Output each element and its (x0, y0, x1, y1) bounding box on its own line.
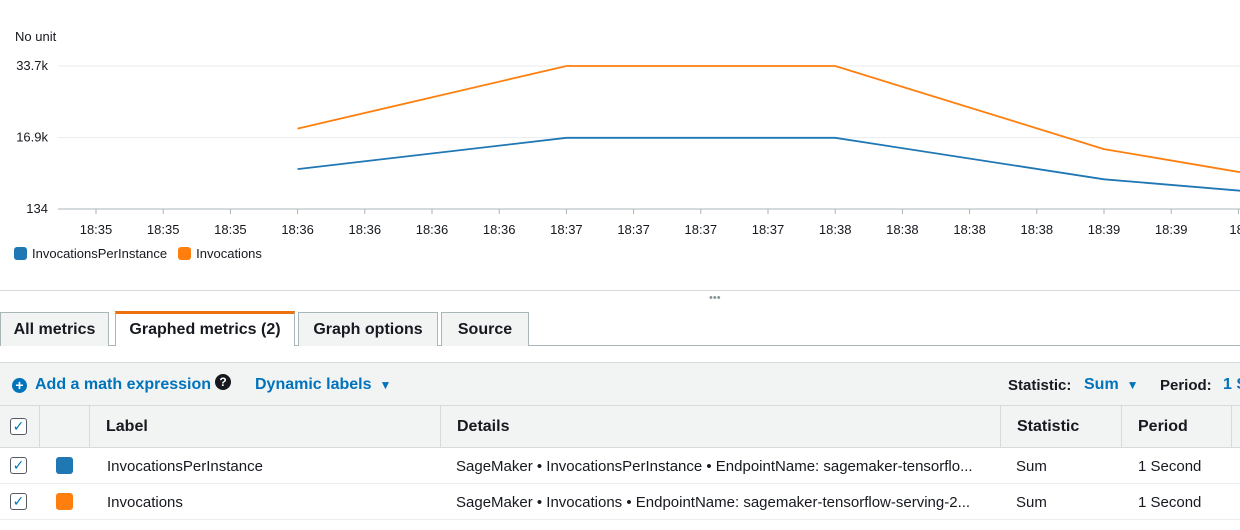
chart-legend: InvocationsPerInstance Invocations (14, 246, 273, 261)
x-tick-label: 18: (1229, 222, 1240, 237)
y-tick-label: 134 (26, 201, 48, 216)
details-column-header[interactable]: Details (441, 406, 1001, 448)
add-math-label: Add a math expression (35, 376, 212, 393)
metric-statistic[interactable]: Sum (1016, 484, 1116, 520)
statistic-label: Statistic: (1008, 377, 1072, 394)
legend-swatch-blue (14, 247, 27, 260)
chevron-down-icon: ▼ (1126, 378, 1139, 392)
tab-label: Source (457, 320, 513, 338)
metric-details: SageMaker • InvocationsPerInstance • End… (456, 457, 973, 475)
legend-swatch-orange (178, 247, 192, 260)
tab-all-metrics[interactable]: All metrics (0, 312, 109, 346)
metric-statistic[interactable]: Sum (1016, 448, 1116, 484)
legend-item-invocations[interactable]: Invocations (178, 246, 262, 261)
x-tick-label: 18:38 (1021, 222, 1054, 237)
tab-label: Graph options (313, 320, 423, 338)
help-icon[interactable]: ? (215, 374, 231, 390)
metrics-tabs: All metrics Graphed metrics (2) Graph op… (0, 306, 1240, 346)
period-value: 1 S (1223, 376, 1240, 393)
legend-item-invocationsperinstance[interactable]: InvocationsPerInstance (14, 246, 167, 261)
resize-handle-icon[interactable]: ••• (709, 293, 721, 304)
dynamic-labels-dropdown[interactable]: Dynamic labels ▼ (255, 376, 391, 394)
tab-graph-options[interactable]: Graph options (298, 312, 438, 346)
legend-label: Invocations (196, 246, 262, 261)
tab-graphed-metrics[interactable]: Graphed metrics (2) (115, 311, 295, 346)
x-tick-label: 18:39 (1155, 222, 1188, 237)
table-header: ✓ Label Details Statistic Period (0, 406, 1240, 448)
metric-label[interactable]: InvocationsPerInstance (107, 448, 437, 484)
tab-label: Graphed metrics (2) (129, 321, 281, 338)
x-tick-label: 18:38 (819, 222, 852, 237)
x-tick-label: 18:35 (214, 222, 247, 237)
x-tick-label: 18:36 (483, 222, 516, 237)
x-tick-label: 18:37 (752, 222, 785, 237)
x-tick-label: 18:37 (550, 222, 583, 237)
metric-details: SageMaker • Invocations • EndpointName: … (456, 493, 971, 511)
series-color-swatch[interactable] (56, 457, 73, 474)
select-all-header: ✓ (0, 406, 40, 448)
x-tick-label: 18:38 (886, 222, 919, 237)
x-tick-label: 18:35 (147, 222, 180, 237)
table-row[interactable]: ✓ Invocations SageMaker • Invocations • … (0, 484, 1240, 520)
legend-label: InvocationsPerInstance (32, 246, 168, 261)
panel-divider (0, 290, 1240, 291)
series-line-invocationsperinstance (297, 136, 1240, 192)
row-checkbox[interactable]: ✓ (10, 493, 27, 510)
x-tick-label: 18:39 (1088, 222, 1121, 237)
row-checkbox[interactable]: ✓ (10, 457, 27, 474)
x-tick-label: 18:38 (953, 222, 986, 237)
x-tick-label: 18:37 (617, 222, 650, 237)
y-tick-label: 16.9k (16, 130, 48, 145)
statistic-value: Sum (1084, 376, 1119, 393)
graphed-metrics-toolbar: + Add a math expression Dynamic labels ▼… (0, 362, 1240, 406)
series-line-invocations (297, 65, 1240, 174)
x-tick-label: 18:36 (349, 222, 382, 237)
tab-source[interactable]: Source (441, 312, 529, 346)
x-tick-label: 18:36 (416, 222, 449, 237)
plus-circle-icon: + (12, 377, 27, 393)
series-color-swatch[interactable] (56, 493, 73, 510)
period-label: Period: (1160, 377, 1212, 394)
metrics-chart: No unit 134 16.9k 33.7k 18:35 18:35 18:35 18:3… (0, 0, 1240, 292)
add-math-expression-button[interactable]: + Add a math expression (12, 376, 211, 394)
x-tick-label: 18:36 (281, 222, 314, 237)
period-column-header[interactable]: Period (1122, 406, 1232, 448)
metric-period[interactable]: 1 Second (1138, 484, 1238, 520)
metric-label[interactable]: Invocations (107, 484, 437, 520)
x-tick-label: 18:37 (685, 222, 718, 237)
tab-label: All metrics (13, 320, 96, 338)
label-column-header[interactable]: Label (90, 406, 441, 448)
y-tick-label: 33.7k (16, 58, 48, 73)
color-header (40, 406, 90, 448)
table-row[interactable]: ✓ InvocationsPerInstance SageMaker • Inv… (0, 448, 1240, 484)
select-all-checkbox[interactable]: ✓ (10, 418, 27, 435)
chevron-down-icon: ▼ (379, 378, 392, 392)
statistic-column-header[interactable]: Statistic (1001, 406, 1122, 448)
x-tick-label: 18:35 (80, 222, 113, 237)
metric-period[interactable]: 1 Second (1138, 448, 1238, 484)
dynamic-labels-label: Dynamic labels (255, 376, 372, 393)
period-dropdown[interactable]: 1 S (1223, 376, 1240, 394)
statistic-dropdown[interactable]: Sum ▼ (1084, 376, 1139, 394)
